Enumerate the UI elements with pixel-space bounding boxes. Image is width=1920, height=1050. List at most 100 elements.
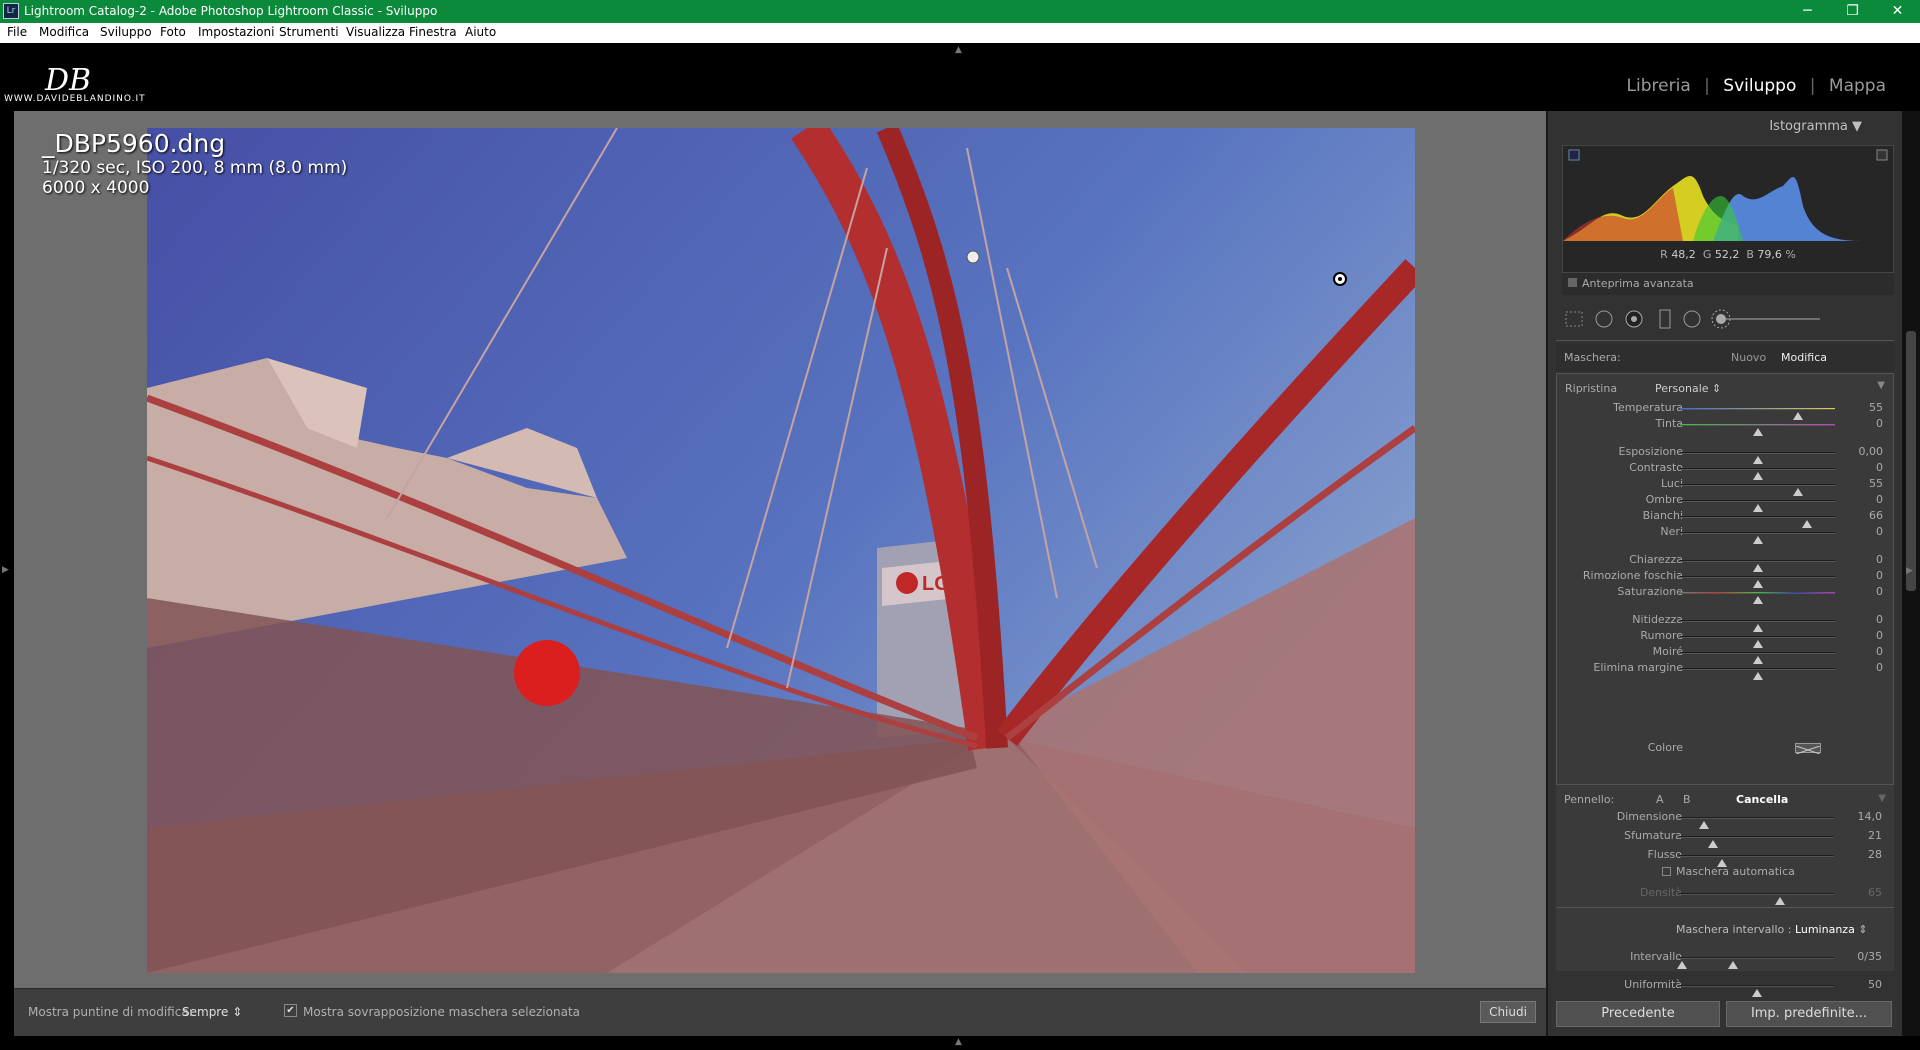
slider-esposizione[interactable]: Esposizione 0,00 <box>1557 444 1895 464</box>
scrollbar-thumb[interactable] <box>1906 331 1916 591</box>
slider-knob[interactable] <box>1752 536 1763 544</box>
slider-value[interactable]: 0,00 <box>1859 445 1884 458</box>
range-low-knob[interactable] <box>1677 961 1688 969</box>
reset-label[interactable]: Ripristina <box>1565 382 1617 395</box>
brush-a-tab[interactable]: A <box>1656 793 1664 806</box>
menu-foto[interactable]: Foto <box>160 25 186 39</box>
photo-canvas[interactable]: LG <box>147 128 1415 973</box>
mask-edit-button[interactable]: Modifica <box>1781 351 1827 364</box>
color-swatch[interactable] <box>1795 743 1821 755</box>
reset-defaults-button[interactable]: Imp. predefinite... <box>1726 1001 1892 1027</box>
automask-checkbox[interactable] <box>1662 867 1671 876</box>
brush-erase-tab[interactable]: Cancella <box>1736 793 1788 806</box>
menu-modifica[interactable]: Modifica <box>39 25 89 39</box>
slider-knob[interactable] <box>1774 897 1785 905</box>
preset-dropdown[interactable]: Personale ⇕ <box>1655 382 1721 395</box>
slider-nitidezza[interactable]: Nitidezza 0 <box>1557 612 1895 632</box>
slider-value[interactable]: 0 <box>1876 585 1883 598</box>
slider-track[interactable] <box>1680 468 1835 480</box>
menu-file[interactable]: File <box>7 25 27 39</box>
module-mappa[interactable]: Mappa <box>1829 76 1886 96</box>
slider-value[interactable]: 0 <box>1876 461 1883 474</box>
preview-checkbox[interactable] <box>1568 278 1577 287</box>
slider-track[interactable] <box>1680 408 1835 420</box>
slider-tinta[interactable]: Tinta 0 <box>1557 416 1895 436</box>
close-icon[interactable]: ✕ <box>1875 0 1920 23</box>
slider-contrasto[interactable]: Contrasto 0 <box>1557 460 1895 480</box>
range-value[interactable]: 0/35 <box>1857 950 1882 963</box>
slider-elimina-margine[interactable]: Elimina margine 0 <box>1557 660 1895 680</box>
brush-size-value[interactable]: 14,0 <box>1858 810 1883 823</box>
range-slider[interactable]: Intervallo 0/35 <box>1556 949 1894 969</box>
slider-track[interactable] <box>1680 560 1835 572</box>
edit-pin[interactable] <box>966 250 980 264</box>
slider-rimozione-foschia[interactable]: Rimozione foschia 0 <box>1557 568 1895 588</box>
slider-ombre[interactable]: Ombre 0 <box>1557 492 1895 512</box>
slider-luci[interactable]: Luci 55 <box>1557 476 1895 496</box>
slider-track[interactable] <box>1680 576 1835 588</box>
minimize-icon[interactable]: ─ <box>1785 0 1830 23</box>
menu-strumenti[interactable]: Strumenti <box>279 25 339 39</box>
expand-filmstrip-icon[interactable]: ▲ <box>955 1037 962 1047</box>
overlay-checkbox[interactable]: ✔ <box>284 1004 297 1017</box>
slider-saturazione[interactable]: Saturazione 0 <box>1557 584 1895 604</box>
slider-track[interactable] <box>1680 652 1835 664</box>
slider-bianchi[interactable]: Bianchi 66 <box>1557 508 1895 528</box>
slider-value[interactable]: 0 <box>1876 493 1883 506</box>
slider-track[interactable] <box>1680 668 1835 680</box>
slider-moiré[interactable]: Moiré 0 <box>1557 644 1895 664</box>
restore-icon[interactable]: ❐ <box>1830 0 1875 23</box>
menu-aiuto[interactable]: Aiuto <box>465 25 496 39</box>
slider-track[interactable] <box>1680 424 1835 436</box>
brush-flow-value[interactable]: 28 <box>1868 848 1882 861</box>
histogram-header[interactable]: Istogramma ▼ <box>1769 119 1862 134</box>
slider-value[interactable]: 0 <box>1876 553 1883 566</box>
slider-value[interactable]: 0 <box>1876 661 1883 674</box>
slider-track[interactable] <box>1680 592 1835 604</box>
density-slider[interactable]: Densità 65 <box>1556 885 1894 905</box>
slider-knob[interactable] <box>1752 672 1763 680</box>
right-panel-scrollbar[interactable]: ▶ <box>1902 111 1920 1036</box>
brush-feather-slider[interactable]: Sfumatura 21 <box>1556 828 1894 848</box>
image-viewer[interactable]: LG _DBP5960.dng 1/320 sec, ISO 200, 8 mm <box>14 111 1546 988</box>
range-high-knob[interactable] <box>1728 961 1739 969</box>
slider-knob[interactable] <box>1751 989 1762 997</box>
slider-value[interactable]: 55 <box>1869 477 1883 490</box>
collapse-triangle-icon[interactable]: ▼ <box>1877 380 1885 391</box>
smoothness-value[interactable]: 50 <box>1868 978 1882 991</box>
slider-track[interactable] <box>1680 516 1835 528</box>
slider-value[interactable]: 0 <box>1876 645 1883 658</box>
slider-knob[interactable] <box>1752 596 1763 604</box>
brush-feather-value[interactable]: 21 <box>1868 829 1882 842</box>
module-libreria[interactable]: Libreria <box>1627 76 1691 96</box>
slider-value[interactable]: 66 <box>1869 509 1883 522</box>
slider-rumore[interactable]: Rumore 0 <box>1557 628 1895 648</box>
brush-b-tab[interactable]: B <box>1683 793 1691 806</box>
slider-value[interactable]: 0 <box>1876 613 1883 626</box>
slider-track[interactable] <box>1680 484 1835 496</box>
menu-visualizza[interactable]: Visualizza <box>346 25 405 39</box>
slider-track[interactable] <box>1680 500 1835 512</box>
slider-track[interactable] <box>1680 452 1835 464</box>
slider-value[interactable]: 55 <box>1869 401 1883 414</box>
close-button[interactable]: Chiudi <box>1480 1001 1536 1023</box>
slider-temperatura[interactable]: Temperatura 55 <box>1557 400 1895 420</box>
collapse-right-panel-icon[interactable]: ▶ <box>1906 566 1913 576</box>
brush-size-slider[interactable]: Dimensione 14,0 <box>1556 809 1894 829</box>
range-mask-dropdown[interactable]: Maschera intervallo : Luminanza ⇕ <box>1676 923 1868 936</box>
menu-impostazioni[interactable]: Impostazioni <box>198 25 274 39</box>
show-pins-dropdown[interactable]: Sempre ⇕ <box>182 1005 242 1019</box>
histogram[interactable]: R 48,2 G 52,2 B 79,6 % <box>1562 145 1894 273</box>
density-value[interactable]: 65 <box>1868 886 1882 899</box>
expand-left-panel-icon[interactable]: ▶ <box>2 565 9 575</box>
collapse-triangle-icon[interactable]: ▼ <box>1878 793 1886 804</box>
slider-knob[interactable] <box>1752 428 1763 436</box>
smoothness-slider[interactable]: Uniformità 50 <box>1556 977 1894 997</box>
slider-value[interactable]: 0 <box>1876 629 1883 642</box>
enhanced-preview-row[interactable]: Anteprima avanzata <box>1562 273 1894 295</box>
slider-track[interactable] <box>1680 532 1835 544</box>
slider-neri[interactable]: Neri 0 <box>1557 524 1895 544</box>
slider-track[interactable] <box>1680 636 1835 648</box>
collapse-top-panel-icon[interactable]: ▲ <box>955 45 962 55</box>
slider-track[interactable] <box>1680 620 1835 632</box>
